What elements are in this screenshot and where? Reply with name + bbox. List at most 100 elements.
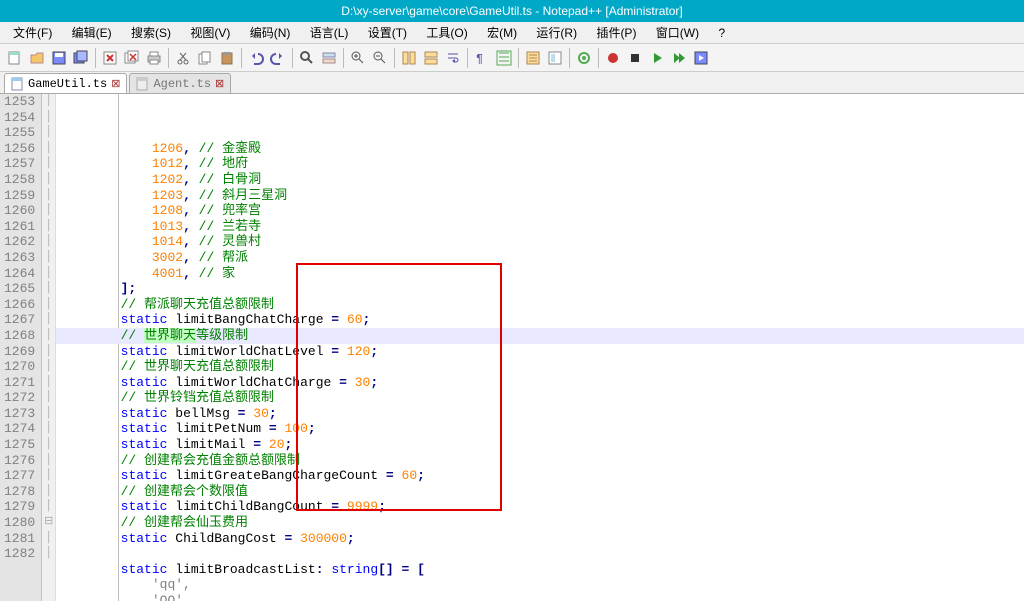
code-line[interactable]: 1012, // 地府: [56, 156, 1024, 172]
code-line[interactable]: 4001, // 家: [56, 266, 1024, 282]
menu-settings[interactable]: 设置(T): [360, 22, 415, 44]
menu-edit[interactable]: 编辑(E): [64, 22, 120, 44]
tab-agent[interactable]: Agent.ts ⊠: [129, 73, 231, 93]
close-all-icon[interactable]: [121, 47, 143, 69]
code-line[interactable]: ];: [56, 281, 1024, 297]
editor-area[interactable]: 1253125412551256125712581259126012611262…: [0, 94, 1024, 601]
code-line[interactable]: 1014, // 灵兽村: [56, 234, 1024, 250]
fold-marker: │: [42, 484, 55, 500]
code-line[interactable]: // 帮派聊天充值总额限制: [56, 297, 1024, 313]
record-macro-icon[interactable]: [602, 47, 624, 69]
save-icon[interactable]: [48, 47, 70, 69]
fold-marker: │: [42, 468, 55, 484]
code-line[interactable]: 'qq',: [56, 577, 1024, 593]
wrap-icon[interactable]: [442, 47, 464, 69]
code-line[interactable]: // 世界聊天充值总额限制: [56, 359, 1024, 375]
menu-window[interactable]: 窗口(W): [648, 22, 707, 44]
fold-marker: │: [42, 344, 55, 360]
code-line[interactable]: 3002, // 帮派: [56, 250, 1024, 266]
fold-marker: │: [42, 531, 55, 547]
code-line[interactable]: static limitWorldChatLevel = 120;: [56, 344, 1024, 360]
menu-run[interactable]: 运行(R): [528, 22, 585, 44]
line-number: 1255: [4, 125, 35, 141]
fold-marker: │: [42, 437, 55, 453]
line-number: 1268: [4, 328, 35, 344]
tab-close-icon[interactable]: ⊠: [215, 77, 224, 91]
line-number: 1273: [4, 406, 35, 422]
paste-icon[interactable]: [216, 47, 238, 69]
fold-marker: │: [42, 203, 55, 219]
open-file-icon[interactable]: [26, 47, 48, 69]
fold-marker: │: [42, 266, 55, 282]
replace-icon[interactable]: [318, 47, 340, 69]
zoom-out-icon[interactable]: [369, 47, 391, 69]
menu-macro[interactable]: 宏(M): [479, 22, 525, 44]
menu-help[interactable]: ?: [710, 22, 733, 44]
fold-margin[interactable]: │││││││││││││││││││││││││││⊟││: [42, 94, 56, 601]
code-line[interactable]: // 创建帮会仙玉费用: [56, 515, 1024, 531]
menu-view[interactable]: 视图(V): [182, 22, 238, 44]
code-line[interactable]: static limitWorldChatCharge = 30;: [56, 375, 1024, 391]
menu-plugin[interactable]: 插件(P): [588, 22, 644, 44]
copy-icon[interactable]: [194, 47, 216, 69]
code-line[interactable]: 1206, // 金銮殿: [56, 141, 1024, 157]
code-line[interactable]: 'QQ',: [56, 593, 1024, 601]
code-line[interactable]: 1013, // 兰若寺: [56, 219, 1024, 235]
line-number: 1260: [4, 203, 35, 219]
cut-icon[interactable]: [172, 47, 194, 69]
close-icon[interactable]: [99, 47, 121, 69]
code-line[interactable]: // 世界铃铛充值总额限制: [56, 390, 1024, 406]
print-icon[interactable]: [143, 47, 165, 69]
save-all-icon[interactable]: [70, 47, 92, 69]
code-line[interactable]: static bellMsg = 30;: [56, 406, 1024, 422]
code-line[interactable]: 1208, // 兜率宫: [56, 203, 1024, 219]
menu-tools[interactable]: 工具(O): [418, 22, 475, 44]
code-content[interactable]: 1206, // 金銮殿 1012, // 地府 1202, // 白骨洞 12…: [56, 94, 1024, 601]
play-multi-icon[interactable]: [668, 47, 690, 69]
show-all-chars-icon[interactable]: ¶: [471, 47, 493, 69]
code-line[interactable]: // 世界聊天等级限制: [56, 328, 1024, 344]
menu-encoding[interactable]: 编码(N): [242, 22, 299, 44]
code-line[interactable]: static limitGreateBangChargeCount = 60;: [56, 468, 1024, 484]
line-number: 1276: [4, 453, 35, 469]
tab-gameutil[interactable]: GameUtil.ts ⊠: [4, 73, 127, 93]
code-line[interactable]: [56, 546, 1024, 562]
new-file-icon[interactable]: [4, 47, 26, 69]
code-line[interactable]: static limitPetNum = 100;: [56, 421, 1024, 437]
line-number: 1261: [4, 219, 35, 235]
undo-icon[interactable]: [245, 47, 267, 69]
sync-v-icon[interactable]: [398, 47, 420, 69]
find-icon[interactable]: [296, 47, 318, 69]
menu-language[interactable]: 语言(L): [302, 22, 357, 44]
fold-marker: │: [42, 219, 55, 235]
code-line[interactable]: static limitBangChatCharge = 60;: [56, 312, 1024, 328]
stop-macro-icon[interactable]: [624, 47, 646, 69]
sync-h-icon[interactable]: [420, 47, 442, 69]
code-line[interactable]: static ChildBangCost = 300000;: [56, 531, 1024, 547]
code-line[interactable]: // 创建帮会个数限值: [56, 484, 1024, 500]
fold-marker: │: [42, 421, 55, 437]
line-number: 1281: [4, 531, 35, 547]
save-macro-icon[interactable]: [690, 47, 712, 69]
code-line[interactable]: static limitChildBangCount = 9999;: [56, 499, 1024, 515]
line-number: 1256: [4, 141, 35, 157]
menu-search[interactable]: 搜索(S): [123, 22, 179, 44]
code-line[interactable]: static limitBroadcastList: string[] = [: [56, 562, 1024, 578]
play-macro-icon[interactable]: [646, 47, 668, 69]
fold-marker[interactable]: ⊟: [42, 515, 55, 531]
toolbar-separator: [168, 48, 169, 68]
redo-icon[interactable]: [267, 47, 289, 69]
zoom-in-icon[interactable]: [347, 47, 369, 69]
code-line[interactable]: 1202, // 白骨洞: [56, 172, 1024, 188]
code-line[interactable]: // 创建帮会充值金额总额限制: [56, 453, 1024, 469]
func-list-icon[interactable]: [522, 47, 544, 69]
line-number: 1269: [4, 344, 35, 360]
indent-guide-icon[interactable]: [493, 47, 515, 69]
line-number: 1262: [4, 234, 35, 250]
code-line[interactable]: 1203, // 斜月三星洞: [56, 188, 1024, 204]
monitor-icon[interactable]: [573, 47, 595, 69]
tab-close-icon[interactable]: ⊠: [111, 77, 120, 91]
menu-file[interactable]: 文件(F): [5, 22, 60, 44]
doc-map-icon[interactable]: [544, 47, 566, 69]
code-line[interactable]: static limitMail = 20;: [56, 437, 1024, 453]
